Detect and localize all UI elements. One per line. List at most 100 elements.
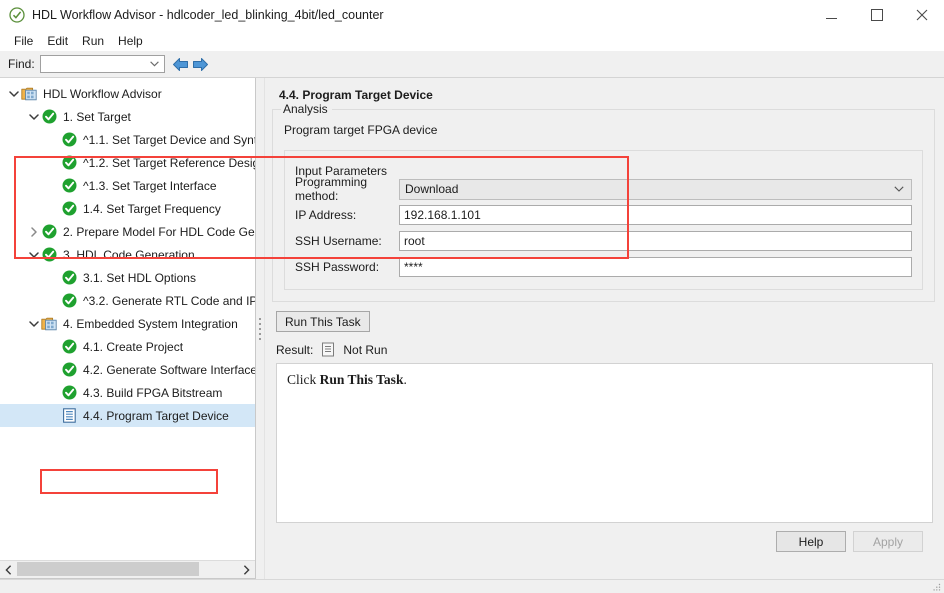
maximize-button[interactable]: [854, 0, 899, 30]
chevron-down-icon[interactable]: [28, 320, 39, 328]
result-text-suffix: .: [403, 372, 407, 387]
status-pass-icon: [62, 293, 76, 308]
window-controls: [809, 0, 944, 30]
chevron-right-icon[interactable]: [30, 226, 38, 237]
folder-tree-icon: [41, 317, 57, 331]
tree-item[interactable]: ^1.2. Set Target Reference Design: [0, 151, 255, 174]
tree-item[interactable]: 4.3. Build FPGA Bitstream: [0, 381, 255, 404]
tree-item-label: 3.1. Set HDL Options: [83, 270, 196, 285]
tree-item-label: 4.1. Create Project: [83, 339, 184, 354]
workflow-tree[interactable]: HDL Workflow Advisor 1. Set Target ^1.1. S…: [0, 78, 255, 560]
run-this-task-button[interactable]: Run This Task: [276, 311, 370, 332]
find-label: Find:: [8, 57, 35, 71]
status-pass-icon: [42, 224, 56, 239]
arrow-left-icon[interactable]: [172, 57, 189, 72]
sidebar-horizontal-scrollbar[interactable]: [0, 560, 255, 578]
tree-twisty[interactable]: [26, 251, 41, 259]
folder-tree-icon: [21, 86, 37, 102]
ssh-password-input[interactable]: ****: [399, 257, 912, 277]
status-pass-icon: [62, 385, 76, 400]
splitter-grip-icon: [259, 317, 261, 340]
analysis-legend: Analysis: [281, 102, 332, 117]
resize-grip-icon[interactable]: [933, 583, 941, 591]
tree-twisty[interactable]: [6, 90, 21, 98]
status-pass-icon: [61, 270, 77, 286]
ssh-username-input[interactable]: root: [399, 231, 912, 251]
scroll-right-icon: [243, 564, 250, 575]
tree-root-item[interactable]: HDL Workflow Advisor: [0, 82, 255, 105]
tree-item[interactable]: 4. Embedded System Integration: [0, 312, 255, 335]
chevron-down-icon[interactable]: [28, 113, 39, 121]
tree-item[interactable]: 3.1. Set HDL Options: [0, 266, 255, 289]
tree-item-label: 4.4. Program Target Device: [83, 408, 229, 423]
status-pass-icon: [41, 247, 57, 263]
find-input[interactable]: [39, 55, 165, 73]
tree-item[interactable]: ^3.2. Generate RTL Code and IP Core: [0, 289, 255, 312]
input-parameters-group: Input Parameters Programming method: Dow…: [284, 150, 923, 290]
tree-twisty[interactable]: [26, 320, 41, 328]
tree-item[interactable]: 3. HDL Code Generation: [0, 243, 255, 266]
status-bar: [0, 579, 944, 593]
ip-address-label: IP Address:: [295, 208, 357, 222]
tree-twisty[interactable]: [26, 113, 41, 121]
status-pass-icon: [62, 339, 76, 354]
result-status: Not Run: [343, 342, 388, 357]
find-toolbar: Find:: [0, 51, 944, 78]
tree-item[interactable]: 1.4. Set Target Frequency: [0, 197, 255, 220]
result-output-pane: Click Run This Task.: [276, 363, 933, 523]
page-title: 4.4. Program Target Device: [279, 88, 433, 102]
programming-method-label: Programming method:: [295, 175, 368, 203]
chevron-down-icon[interactable]: [28, 251, 39, 259]
tree-item[interactable]: 4.2. Generate Software Interface: [0, 358, 255, 381]
tree-item[interactable]: 2. Prepare Model For HDL Code Generation: [0, 220, 255, 243]
tree-item[interactable]: ^1.1. Set Target Device and Synthesis To…: [0, 128, 255, 151]
panel-splitter[interactable]: [256, 78, 265, 579]
help-button[interactable]: Help: [776, 531, 846, 552]
tree-item-label: 4.3. Build FPGA Bitstream: [83, 385, 223, 400]
task-page-icon: [62, 408, 76, 423]
tree-item-label: 4. Embedded System Integration: [63, 316, 238, 331]
status-pass-icon: [61, 385, 77, 401]
scroll-thumb[interactable]: [17, 562, 199, 576]
find-nav-arrows: [172, 57, 209, 72]
status-pass-icon: [61, 339, 77, 355]
status-pass-icon: [61, 132, 77, 148]
programming-method-dropdown[interactable]: Download: [399, 178, 912, 200]
analysis-group: Analysis Program target FPGA device Inpu…: [272, 102, 935, 302]
folder-tree-icon: [41, 316, 57, 332]
chevron-down-icon[interactable]: [8, 90, 19, 98]
main-body: HDL Workflow Advisor 1. Set Target ^1.1. S…: [0, 78, 944, 579]
menu-edit[interactable]: Edit: [40, 32, 75, 50]
minimize-button[interactable]: [809, 0, 854, 30]
analysis-description: Program target FPGA device: [284, 123, 438, 137]
status-pass-icon: [62, 178, 76, 193]
field-row-ip-address: IP Address: 192.168.1.101: [295, 204, 912, 226]
ip-address-input[interactable]: 192.168.1.101: [399, 205, 912, 225]
tree-item[interactable]: 4.4. Program Target Device: [0, 404, 255, 427]
menu-file[interactable]: File: [7, 32, 40, 50]
scroll-track[interactable]: [17, 561, 238, 578]
tree-twisty[interactable]: [26, 226, 41, 237]
scroll-left-button[interactable]: [0, 561, 17, 578]
ssh-password-label: SSH Password:: [295, 260, 380, 274]
tree-item-label: ^1.3. Set Target Interface: [83, 178, 217, 193]
close-icon: [916, 9, 927, 21]
tree-item[interactable]: 4.1. Create Project: [0, 335, 255, 358]
tree-item[interactable]: ^1.3. Set Target Interface: [0, 174, 255, 197]
scroll-right-button[interactable]: [238, 561, 255, 578]
menu-run[interactable]: Run: [75, 32, 111, 50]
tree-item-label: 3. HDL Code Generation: [63, 247, 195, 262]
field-row-programming-method: Programming method: Download: [295, 175, 912, 203]
minimize-icon: [826, 17, 837, 19]
tree-item[interactable]: 1. Set Target: [0, 105, 255, 128]
menu-bar: File Edit Run Help: [0, 30, 944, 51]
status-pass-icon: [61, 178, 77, 194]
arrow-right-icon[interactable]: [192, 57, 209, 72]
apply-button[interactable]: Apply: [853, 531, 923, 552]
status-pass-icon: [42, 247, 56, 262]
menu-help[interactable]: Help: [111, 32, 150, 50]
close-button[interactable]: [899, 0, 944, 30]
status-pass-icon: [61, 293, 77, 309]
result-text-bold: Run This Task: [319, 372, 404, 387]
maximize-icon: [870, 9, 883, 21]
